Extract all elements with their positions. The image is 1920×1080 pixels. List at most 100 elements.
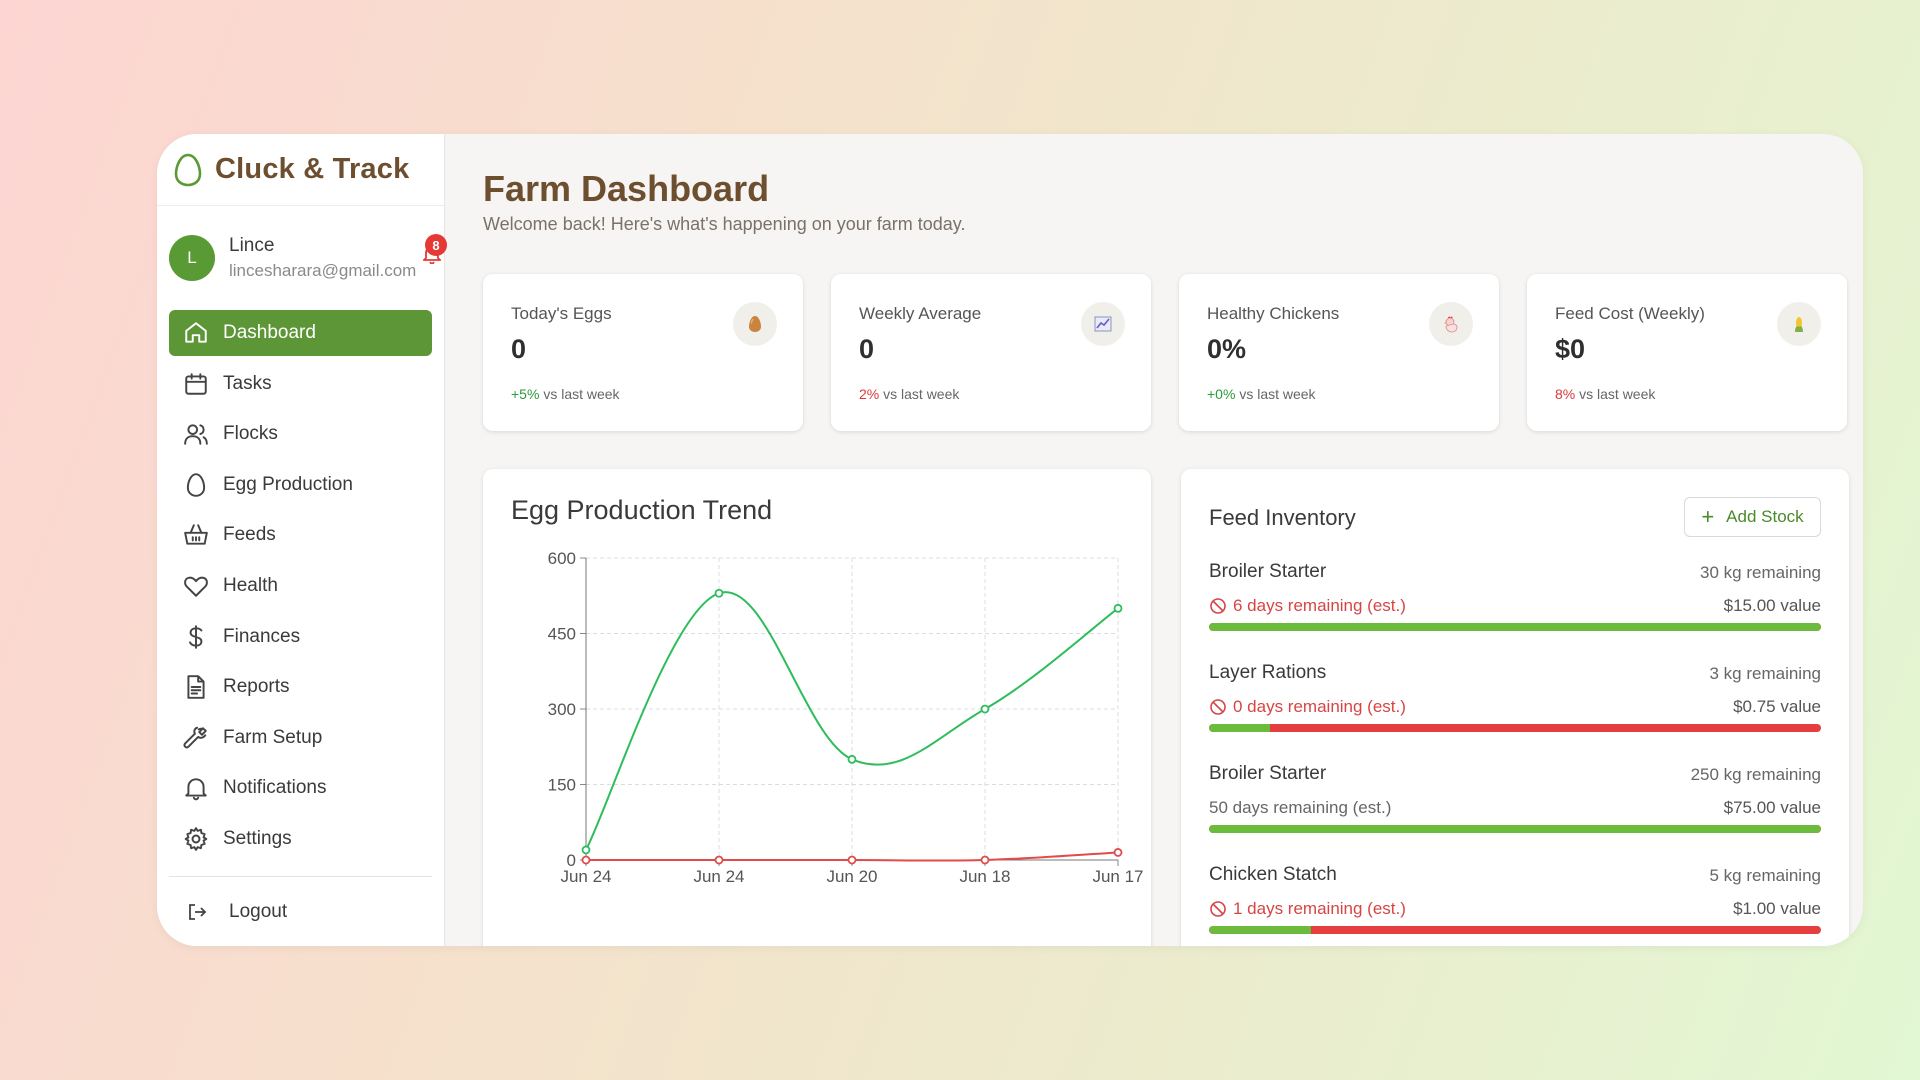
x-tick-label: Jun 24 — [693, 867, 744, 886]
sidebar-item-label: Reports — [223, 676, 290, 698]
stat-suffix: vs last week — [1239, 386, 1316, 402]
plus-icon: + — [1701, 504, 1715, 529]
logout-icon — [189, 904, 207, 920]
stat-icon — [733, 302, 777, 346]
data-point — [847, 855, 857, 865]
y-tick-label: 300 — [548, 700, 576, 719]
sidebar-item-label: Finances — [223, 625, 301, 647]
stat-card-weekly-average: Weekly Average 0 2% vs last week — [831, 274, 1151, 431]
page-subtitle: Welcome back! Here's what's happening on… — [483, 214, 966, 234]
feed-days-text: 50 days remaining (est.) — [1209, 798, 1392, 817]
feed-name: Broiler Starter — [1209, 561, 1327, 582]
avatar: L — [169, 235, 215, 281]
sidebar-item-reports[interactable]: Reports — [169, 664, 432, 710]
sidebar-item-feeds[interactable]: Feeds — [169, 512, 432, 558]
sidebar-nav: Dashboard Tasks Flocks Egg Production Fe… — [157, 310, 444, 862]
no-alert-icon — [1210, 699, 1226, 715]
corn-icon — [1795, 317, 1803, 332]
user-email: lincesharara@gmail.com — [229, 261, 417, 280]
user-name: Lince — [229, 235, 275, 256]
stat-trend: 8% vs last week — [1555, 386, 1655, 402]
logout-label: Logout — [229, 900, 288, 922]
feed-days: 6 days remaining (est.) — [1209, 596, 1406, 616]
user-profile[interactable]: L Lince lincesharara@gmail.com 8 — [157, 206, 447, 310]
feed-value: $15.00 value — [1723, 596, 1821, 615]
feed-days: 50 days remaining (est.) — [1209, 798, 1391, 818]
calendar-icon — [185, 372, 207, 395]
app-window: Cluck & Track L Lince lincesharara@gmail… — [157, 134, 1863, 946]
data-point — [581, 845, 591, 855]
sidebar-item-finances[interactable]: Finances — [169, 614, 432, 660]
sidebar-divider — [169, 875, 432, 877]
egg-production-chart-card: Egg Production Trend 0 150 300 450 600 Jun 24… — [483, 469, 1151, 946]
stat-card-todays-eggs: Today's Eggs 0 +5% vs last week — [483, 274, 803, 431]
dollar-icon — [189, 624, 203, 649]
y-tick-label: 150 — [548, 776, 576, 795]
feed-days-text: 6 days remaining (est.) — [1233, 596, 1406, 615]
feed-value: $75.00 value — [1723, 798, 1821, 817]
data-point — [1113, 848, 1123, 857]
feed-level-bar — [1209, 623, 1821, 631]
feed-item[interactable]: Layer Rations 3 kg remaining 0 days rema… — [1209, 662, 1821, 752]
feed-days: 1 days remaining (est.) — [1209, 899, 1406, 919]
sidebar-item-label: Dashboard — [223, 322, 316, 343]
brand[interactable]: Cluck & Track — [157, 134, 444, 206]
stat-suffix: vs last week — [1579, 386, 1656, 402]
feed-remaining: 3 kg remaining — [1709, 664, 1821, 683]
sidebar-item-label: Health — [223, 574, 278, 596]
data-point — [980, 855, 990, 865]
feed-level-bar — [1209, 926, 1821, 934]
no-alert-icon — [1210, 598, 1226, 614]
data-point — [1113, 603, 1123, 613]
feed-value: $1.00 value — [1733, 899, 1821, 918]
sidebar-item-label: Tasks — [223, 372, 272, 394]
feed-item[interactable]: Chicken Statch 5 kg remaining 1 days rem… — [1209, 864, 1821, 946]
sidebar-item-egg-production[interactable]: Egg Production — [169, 462, 432, 508]
gear-icon — [184, 827, 208, 851]
egg-production-chart: 0150300450600Jun 24 Jun 24 Jun 20 Jun 18 Jun… — [548, 549, 1144, 886]
feed-days-text: 0 days remaining (est.) — [1233, 697, 1406, 716]
stat-label: Today's Eggs — [511, 304, 612, 323]
sidebar-item-label: Settings — [223, 827, 292, 849]
sidebar-item-flocks[interactable]: Flocks — [169, 411, 432, 457]
feed-level-fill — [1209, 926, 1312, 934]
stat-trend: +5% vs last week — [511, 386, 620, 402]
sidebar-item-farm-setup[interactable]: Farm Setup — [169, 715, 432, 761]
feed-item[interactable]: Broiler Starter 250 kg remaining 50 days… — [1209, 763, 1821, 853]
feed-remaining: 5 kg remaining — [1709, 866, 1821, 885]
chart-icon — [1094, 316, 1112, 332]
stat-label: Healthy Chickens — [1207, 304, 1340, 323]
stat-icon — [1081, 302, 1125, 346]
stat-suffix: vs last week — [543, 386, 620, 402]
egg-logo-icon — [174, 153, 202, 186]
feed-item[interactable]: Broiler Starter 30 kg remaining 6 days r… — [1209, 561, 1821, 651]
feed-name: Chicken Statch — [1209, 864, 1337, 885]
feed-remaining: 30 kg remaining — [1700, 563, 1821, 582]
feed-value: $0.75 value — [1733, 697, 1821, 716]
home-icon — [185, 322, 207, 343]
stat-value: 0% — [1207, 334, 1247, 364]
feed-name: Layer Rations — [1209, 662, 1327, 683]
sidebar-item-settings[interactable]: Settings — [169, 816, 432, 862]
sidebar-item-tasks[interactable]: Tasks — [169, 361, 432, 407]
stat-trend: +0% vs last week — [1207, 386, 1316, 402]
stat-icon — [1429, 302, 1473, 346]
app-name: Cluck & Track — [215, 153, 410, 185]
data-point — [847, 754, 857, 764]
egg-icon — [186, 472, 206, 497]
stat-icon — [1777, 302, 1821, 346]
stat-change: +0% — [1207, 386, 1236, 402]
notification-badge[interactable]: 8 — [425, 234, 447, 256]
feed-level-fill — [1209, 623, 1821, 631]
sidebar-item-dashboard[interactable]: Dashboard — [169, 310, 432, 356]
stat-label: Feed Cost (Weekly) — [1555, 304, 1705, 323]
feed-level-bar — [1209, 724, 1821, 732]
sidebar-item-health[interactable]: Health — [169, 563, 432, 609]
sidebar-item-notifications[interactable]: Notifications — [169, 765, 432, 811]
stat-value: 0 — [511, 334, 527, 364]
heart-icon — [184, 576, 208, 597]
logout-button[interactable]: Logout — [157, 889, 444, 935]
add-stock-button[interactable]: + Add Stock — [1684, 497, 1821, 537]
document-icon — [187, 675, 205, 699]
feed-level-bar — [1209, 825, 1821, 833]
